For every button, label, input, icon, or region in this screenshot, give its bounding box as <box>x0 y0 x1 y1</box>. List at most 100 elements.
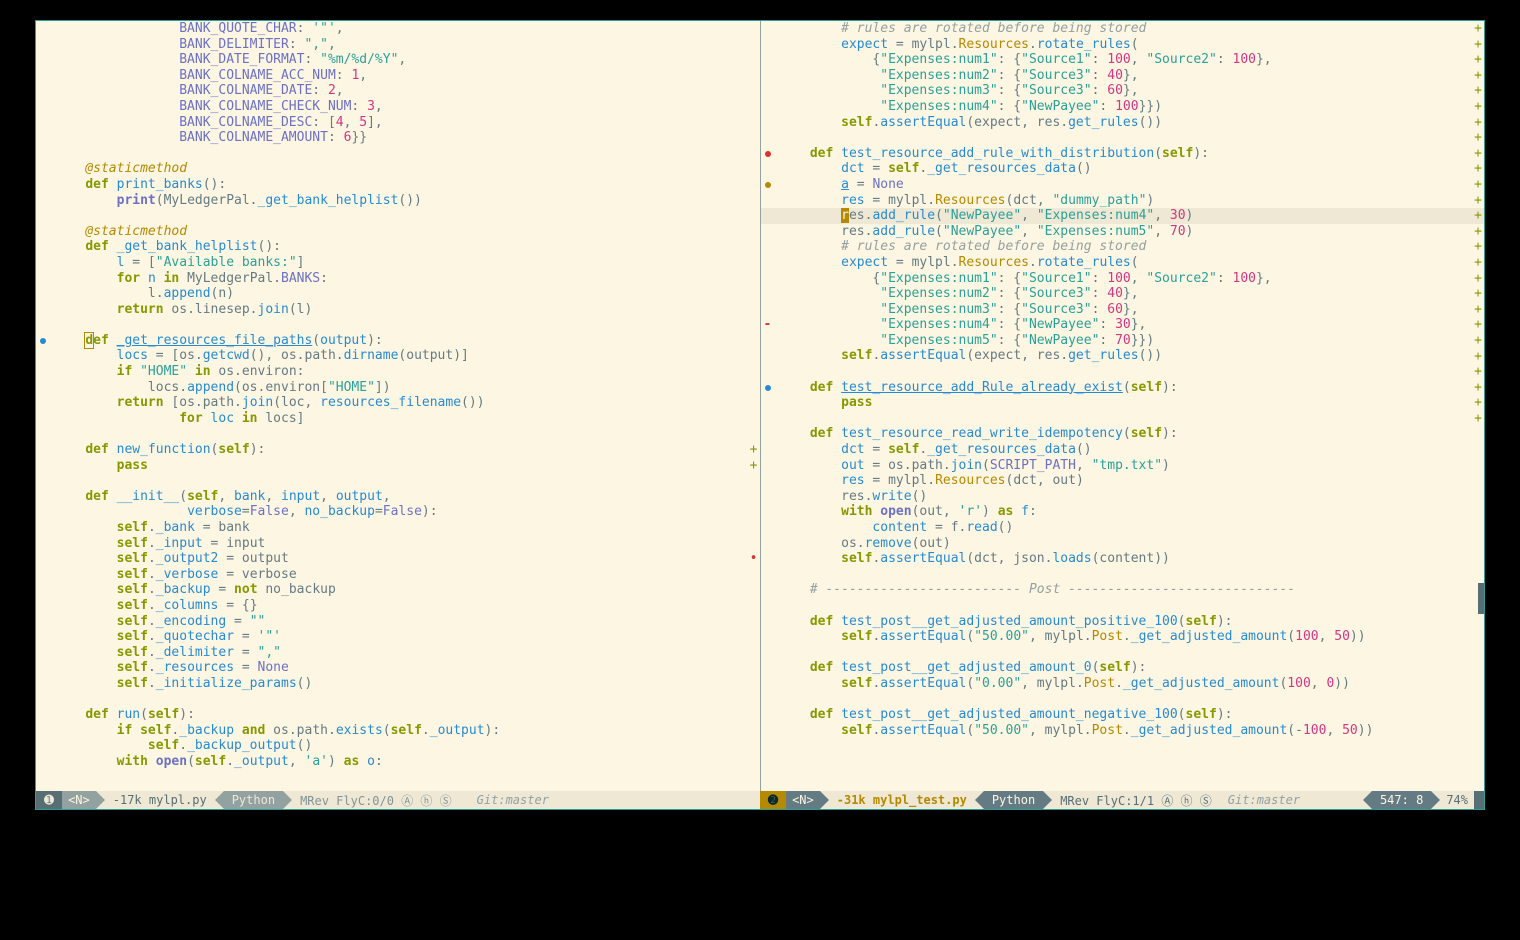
code-line[interactable]: # rules are rotated before being stored <box>779 239 1473 255</box>
code-line[interactable]: dct = self._get_resources_data() <box>779 442 1473 458</box>
code-line[interactable]: self._output2 = output <box>54 551 748 567</box>
code-line[interactable]: l = ["Available banks:"] <box>54 255 748 271</box>
code-line[interactable]: self.assertEqual("50.00", mylpl.Post._ge… <box>779 723 1473 739</box>
code-line[interactable]: pass <box>779 395 1473 411</box>
major-mode[interactable]: Python <box>224 791 283 809</box>
code-line[interactable]: if self._backup and os.path.exists(self.… <box>54 723 748 739</box>
code-line[interactable]: self._input = input <box>54 536 748 552</box>
code-line[interactable]: BANK_COLNAME_CHECK_NUM: 3, <box>54 99 748 115</box>
code-line[interactable]: with open(self._output, 'a') as o: <box>54 754 748 770</box>
code-line[interactable]: res = mylpl.Resources(dct, out) <box>779 473 1473 489</box>
major-mode[interactable]: Python <box>984 791 1043 809</box>
scrollbar-track[interactable] <box>1474 791 1484 809</box>
code-line[interactable]: self._initialize_params() <box>54 676 748 692</box>
code-line[interactable]: return [os.path.join(loc, resources_file… <box>54 395 748 411</box>
left-pane[interactable]: BANK_QUOTE_CHAR: '"', BANK_DELIMITER: ",… <box>36 21 761 791</box>
code-line[interactable] <box>54 426 748 442</box>
code-line[interactable]: "Expenses:num4": {"NewPayee": 30}, <box>779 317 1473 333</box>
code-line[interactable]: {"Expenses:num1": {"Source1": 100, "Sour… <box>779 271 1473 287</box>
code-line[interactable]: self.assertEqual(expect, res.get_rules()… <box>779 348 1473 364</box>
code-line[interactable]: def test_post__get_adjusted_amount_0(sel… <box>779 660 1473 676</box>
code-line[interactable]: # rules are rotated before being stored <box>779 21 1473 37</box>
code-line[interactable]: self.assertEqual(expect, res.get_rules()… <box>779 115 1473 131</box>
code-line[interactable]: os.remove(out) <box>779 536 1473 552</box>
code-line[interactable] <box>54 692 748 708</box>
code-line[interactable]: def new_function(self): <box>54 442 748 458</box>
code-line[interactable]: self.assertEqual("0.00", mylpl.Post._get… <box>779 676 1473 692</box>
code-line[interactable]: BANK_DELIMITER: ",", <box>54 37 748 53</box>
code-line[interactable]: self.assertEqual(dct, json.loads(content… <box>779 551 1473 567</box>
code-line[interactable]: BANK_COLNAME_DATE: 2, <box>54 83 748 99</box>
code-line[interactable]: def test_resource_add_Rule_already_exist… <box>779 380 1473 396</box>
code-line[interactable] <box>54 146 748 162</box>
code-line[interactable]: BANK_COLNAME_ACC_NUM: 1, <box>54 68 748 84</box>
code-line[interactable]: "Expenses:num4": {"NewPayee": 100}}) <box>779 99 1473 115</box>
code-line[interactable]: self._delimiter = "," <box>54 645 748 661</box>
code-line[interactable] <box>779 645 1473 661</box>
code-line[interactable]: self._backup = not no_backup <box>54 582 748 598</box>
code-line[interactable]: l.append(n) <box>54 286 748 302</box>
code-line[interactable] <box>779 130 1473 146</box>
code-line[interactable]: for n in MyLedgerPal.BANKS: <box>54 271 748 287</box>
code-line[interactable] <box>779 364 1473 380</box>
code-line[interactable]: self._columns = {} <box>54 598 748 614</box>
code-line[interactable]: expect = mylpl.Resources.rotate_rules( <box>779 37 1473 53</box>
right-pane[interactable]: - # rules are rotated before being store… <box>761 21 1485 791</box>
code-line[interactable]: @staticmethod <box>54 161 748 177</box>
code-line[interactable]: "Expenses:num2": {"Source3": 40}, <box>779 68 1473 84</box>
code-line[interactable]: res.add_rule("NewPayee", "Expenses:num5"… <box>779 224 1473 240</box>
code-line[interactable]: "Expenses:num3": {"Source3": 60}, <box>779 302 1473 318</box>
code-line[interactable]: def __init__(self, bank, input, output, <box>54 489 748 505</box>
scrollbar-thumb[interactable] <box>1478 583 1484 614</box>
code-line[interactable]: expect = mylpl.Resources.rotate_rules( <box>779 255 1473 271</box>
code-line[interactable]: "Expenses:num5": {"NewPayee": 70}}) <box>779 333 1473 349</box>
code-line[interactable]: self.assertEqual("50.00", mylpl.Post._ge… <box>779 629 1473 645</box>
code-line[interactable]: return os.linesep.join(l) <box>54 302 748 318</box>
code-line[interactable] <box>779 411 1473 427</box>
code-line[interactable]: def print_banks(): <box>54 177 748 193</box>
modeline-left[interactable]: ➊ <N> - 17k mylpl.py Python MRev FlyC:0/… <box>36 791 760 809</box>
code-line[interactable]: with open(out, 'r') as f: <box>779 504 1473 520</box>
code-line[interactable]: def test_resource_add_rule_with_distribu… <box>779 146 1473 162</box>
code-line[interactable]: @staticmethod <box>54 224 748 240</box>
code-line[interactable]: BANK_COLNAME_DESC: [4, 5], <box>54 115 748 131</box>
code-line[interactable]: res.add_rule("NewPayee", "Expenses:num4"… <box>761 208 1485 224</box>
code-line[interactable]: BANK_COLNAME_AMOUNT: 6}} <box>54 130 748 146</box>
code-line[interactable]: content = f.read() <box>779 520 1473 536</box>
code-line[interactable] <box>779 692 1473 708</box>
code-line[interactable] <box>779 567 1473 583</box>
code-line[interactable]: res.write() <box>779 489 1473 505</box>
code-line[interactable]: locs = [os.getcwd(), os.path.dirname(out… <box>54 348 748 364</box>
modeline-right[interactable]: ➋ <N> - 31k mylpl_test.py Python MRev Fl… <box>760 791 1484 809</box>
code-line[interactable]: locs.append(os.environ["HOME"]) <box>54 380 748 396</box>
code-line[interactable]: self._encoding = "" <box>54 614 748 630</box>
code-line[interactable]: dct = self._get_resources_data() <box>779 161 1473 177</box>
code-line[interactable]: self._verbose = verbose <box>54 567 748 583</box>
code-line[interactable]: if "HOME" in os.environ: <box>54 364 748 380</box>
code-line[interactable]: BANK_QUOTE_CHAR: '"', <box>54 21 748 37</box>
code-line[interactable]: self._backup_output() <box>54 738 748 754</box>
code-line[interactable]: "Expenses:num2": {"Source3": 40}, <box>779 286 1473 302</box>
code-line[interactable]: # ------------------------- Post -------… <box>779 582 1473 598</box>
code-line[interactable]: self._bank = bank <box>54 520 748 536</box>
code-line[interactable] <box>779 598 1473 614</box>
code-line[interactable]: def test_resource_read_write_idempotency… <box>779 426 1473 442</box>
code-line[interactable]: pass <box>54 458 748 474</box>
code-line[interactable]: BANK_DATE_FORMAT: "%m/%d/%Y", <box>54 52 748 68</box>
code-line[interactable]: def test_post__get_adjusted_amount_negat… <box>779 707 1473 723</box>
code-line[interactable]: def test_post__get_adjusted_amount_posit… <box>779 614 1473 630</box>
code-line[interactable]: def _get_resources_file_paths(output): <box>54 333 748 349</box>
code-line[interactable] <box>54 473 748 489</box>
right-code[interactable]: # rules are rotated before being stored … <box>779 21 1473 791</box>
code-line[interactable]: a = None <box>779 177 1473 193</box>
left-code[interactable]: BANK_QUOTE_CHAR: '"', BANK_DELIMITER: ",… <box>54 21 748 791</box>
code-line[interactable]: def _get_bank_helplist(): <box>54 239 748 255</box>
code-line[interactable]: print(MyLedgerPal._get_bank_helplist()) <box>54 193 748 209</box>
code-line[interactable]: "Expenses:num3": {"Source3": 60}, <box>779 83 1473 99</box>
code-line[interactable] <box>54 208 748 224</box>
code-line[interactable]: self._resources = None <box>54 660 748 676</box>
code-line[interactable]: res = mylpl.Resources(dct, "dummy_path") <box>779 193 1473 209</box>
code-line[interactable] <box>54 317 748 333</box>
code-line[interactable]: out = os.path.join(SCRIPT_PATH, "tmp.txt… <box>779 458 1473 474</box>
code-line[interactable]: {"Expenses:num1": {"Source1": 100, "Sour… <box>779 52 1473 68</box>
